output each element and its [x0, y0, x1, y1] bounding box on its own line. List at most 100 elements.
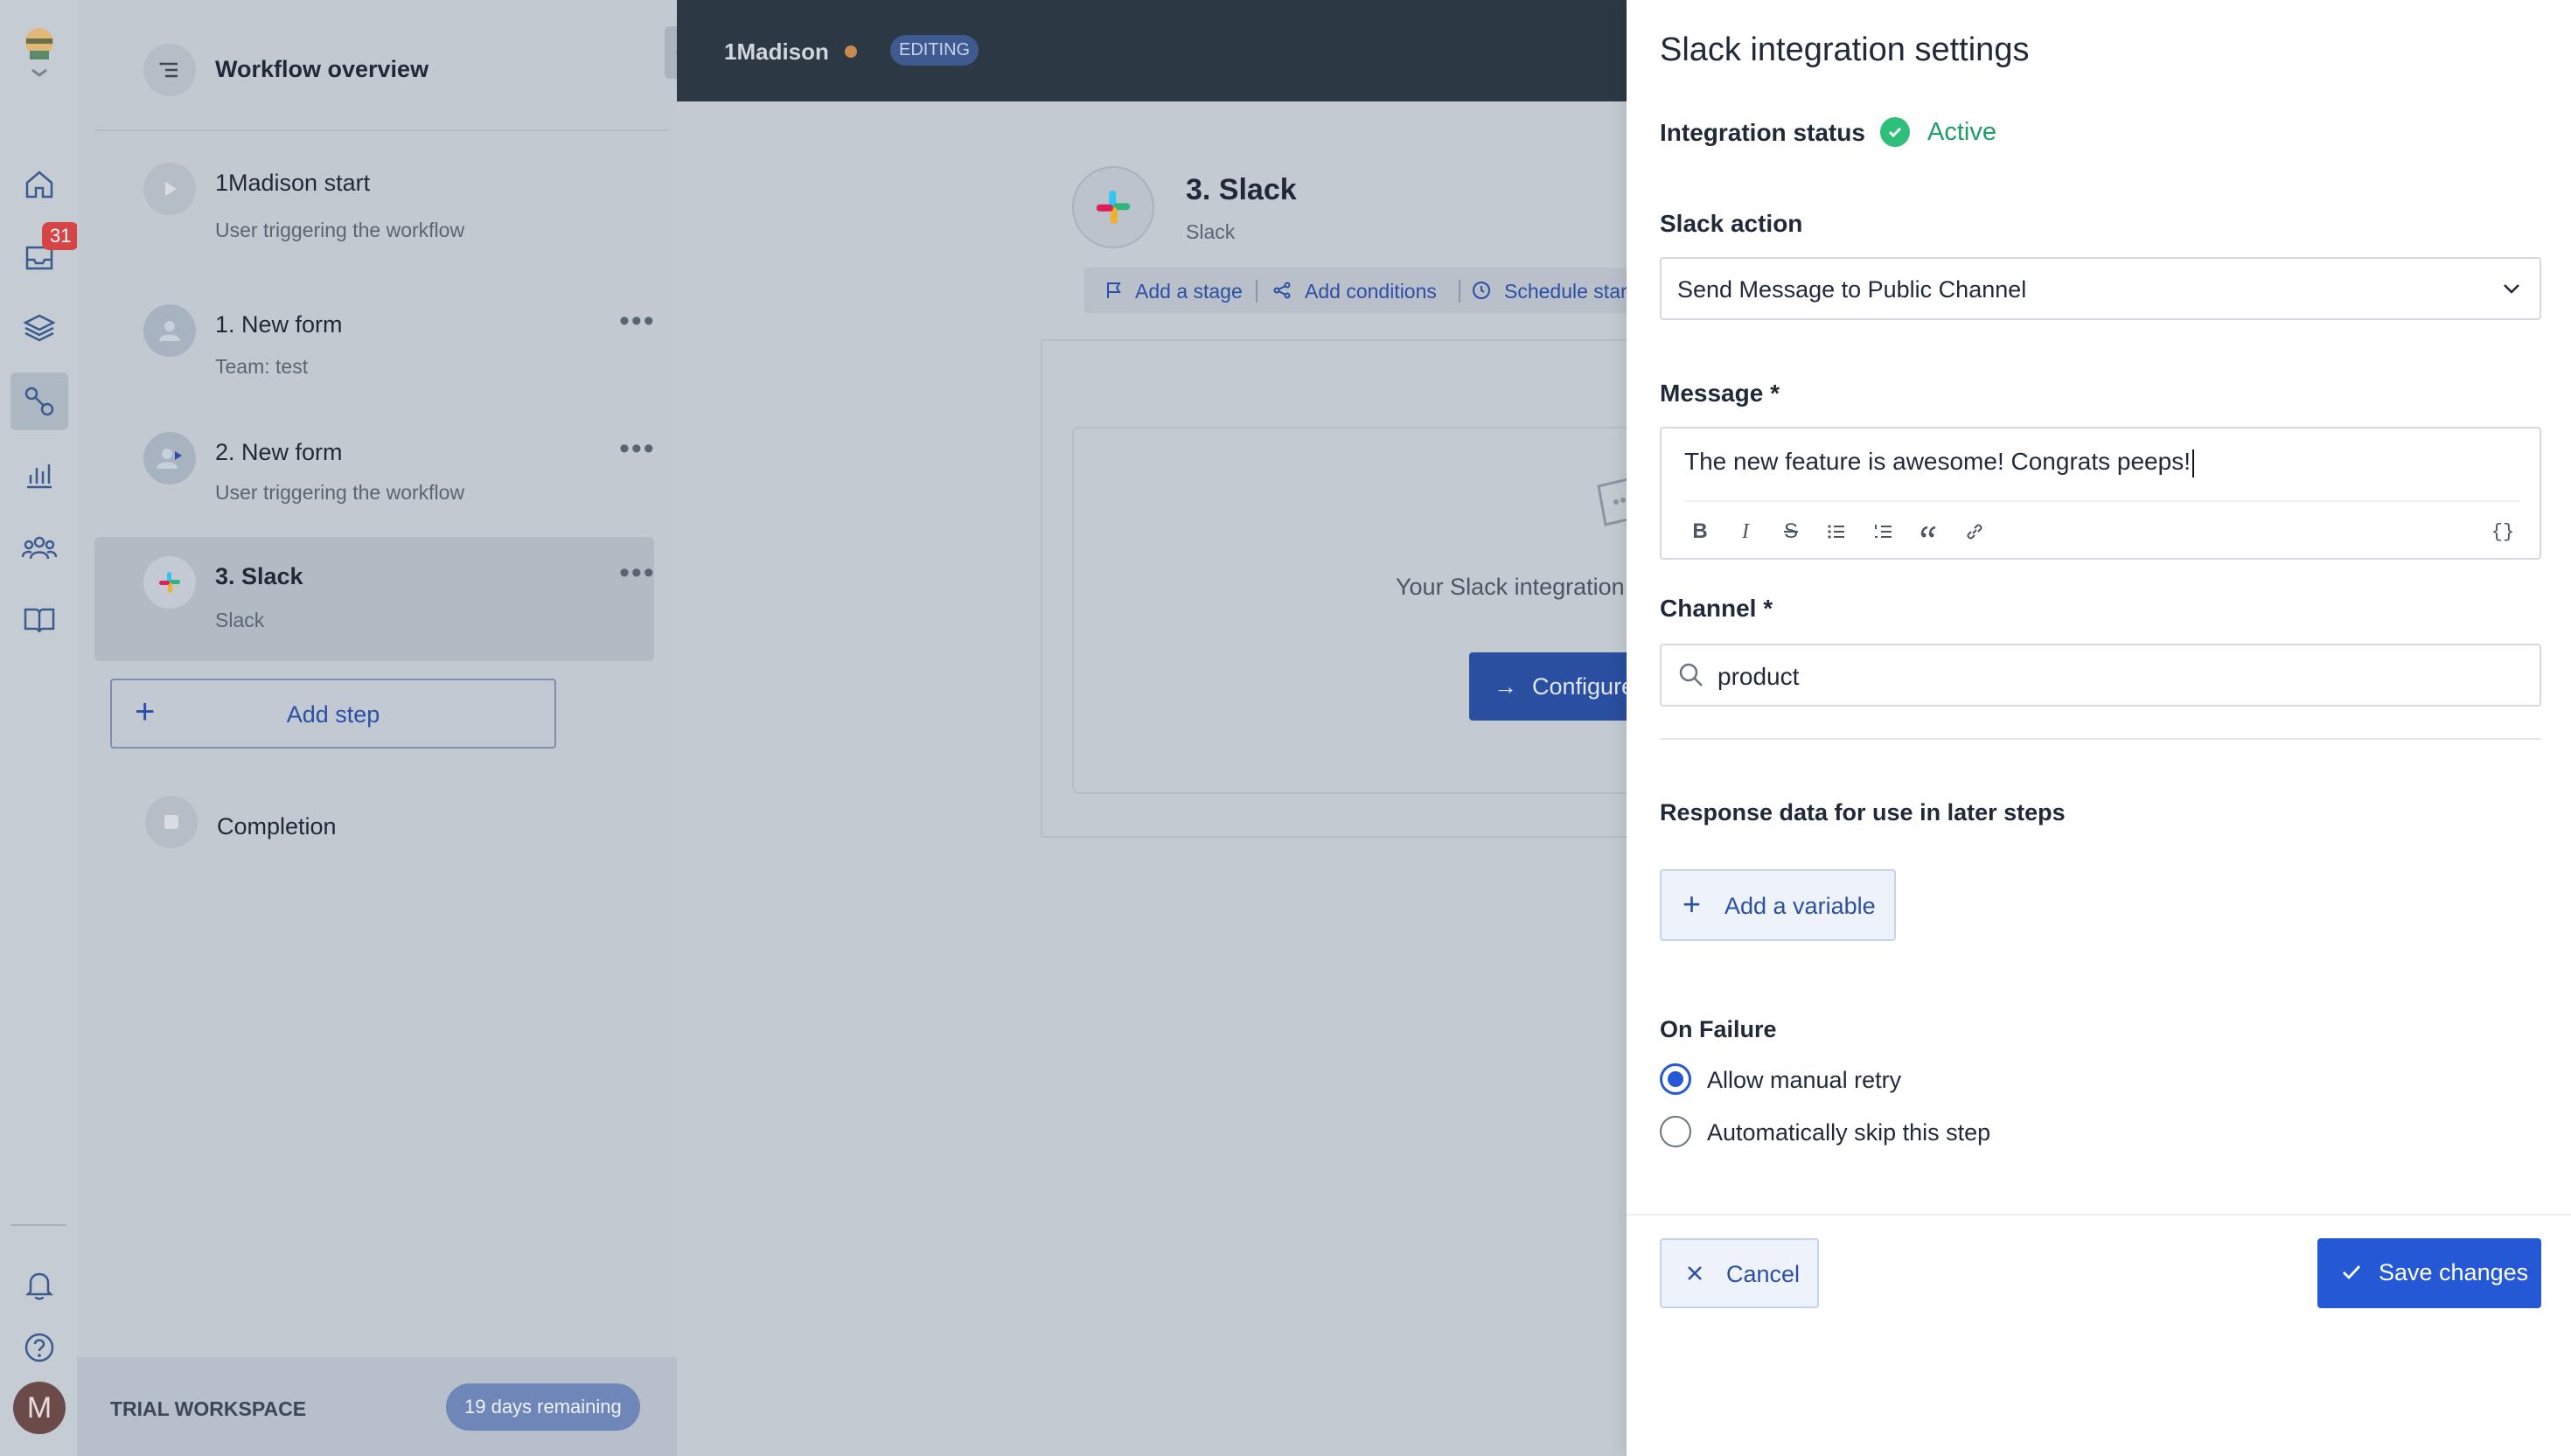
workflow-overview-header[interactable]: Workflow overview: [94, 26, 668, 131]
add-variable-label: Add a variable: [1724, 893, 1876, 919]
step-item[interactable]: 1Madison start User triggering the workf…: [94, 143, 654, 268]
response-data-label: Response data for use in later steps: [1660, 799, 2066, 826]
workflow-icon[interactable]: [10, 373, 68, 430]
chart-icon[interactable]: [10, 446, 68, 504]
add-step-button[interactable]: + Add step: [110, 679, 556, 749]
layers-icon[interactable]: [10, 299, 68, 357]
integration-card: [1072, 427, 1684, 794]
channel-value: product: [1717, 663, 1800, 690]
trial-banner: TRIAL WORKSPACE 19 days remaining: [77, 1357, 677, 1456]
manual-retry-label[interactable]: Allow manual retry: [1707, 1067, 1901, 1094]
drawer-title: Slack integration settings: [1660, 31, 2030, 68]
slack-icon: [143, 556, 196, 609]
team-form-icon: [143, 304, 196, 357]
editing-badge: EDITING: [890, 35, 979, 66]
step-subtitle: Slack: [1186, 220, 1236, 243]
check-circle-icon: [1880, 117, 1910, 147]
message-text[interactable]: The new feature is awesome! Congrats pee…: [1684, 448, 2194, 477]
step-subtitle: Slack: [215, 609, 265, 631]
add-variable-button[interactable]: + Add a variable: [1660, 869, 1896, 941]
auto-skip-radio[interactable]: [1660, 1116, 1691, 1147]
numbered-list-icon[interactable]: [1868, 516, 1899, 547]
message-label: Message *: [1660, 380, 1780, 407]
users-icon[interactable]: [10, 519, 68, 577]
arrow-right-icon: →: [1494, 673, 1517, 700]
workflow-overview-title: Workflow overview: [215, 56, 429, 82]
check-icon: [2343, 1265, 2361, 1280]
message-value: The new feature is awesome! Congrats pee…: [1684, 448, 2191, 475]
integration-status-value: Active: [1927, 118, 1996, 146]
step-name: 2. New form: [215, 439, 343, 465]
search-icon: [1679, 663, 1703, 686]
workspace-logo[interactable]: [21, 24, 58, 77]
slack-settings-drawer: Slack integration settings Integration s…: [1627, 0, 2571, 1456]
step-item[interactable]: 1. New form Team: test •••: [94, 285, 654, 409]
completion-label: Completion: [217, 813, 337, 839]
help-icon[interactable]: [10, 1319, 68, 1376]
trial-label: TRIAL WORKSPACE: [110, 1397, 307, 1420]
link-icon[interactable]: [1959, 516, 1990, 547]
section-divider: [1660, 738, 2541, 740]
channel-label: Channel *: [1660, 595, 1773, 622]
save-changes-button[interactable]: Save changes: [2317, 1238, 2541, 1308]
add-conditions-link[interactable]: Add conditions: [1305, 280, 1437, 303]
quote-icon[interactable]: [1913, 516, 1945, 547]
step-name: 1Madison start: [215, 170, 371, 196]
toolbar-separator: [1256, 280, 1258, 303]
step-subtitle: User triggering the workflow: [215, 219, 465, 241]
unsaved-indicator: [845, 45, 857, 58]
editor-topbar: 1Madison EDITING: [677, 0, 1627, 101]
step-item[interactable]: 2. New form User triggering the workflow…: [94, 413, 654, 537]
channel-search-input[interactable]: product: [1660, 644, 2541, 707]
workflow-canvas: 3. Slack Slack Add a stage Add condition…: [677, 101, 1697, 1456]
branch-icon: [1273, 282, 1291, 299]
schedule-start-link[interactable]: Schedule start: [1504, 280, 1633, 303]
slack-action-label: Slack action: [1660, 210, 1803, 237]
stop-icon: [145, 796, 198, 848]
bell-icon[interactable]: [10, 1256, 68, 1313]
text-caret: [2191, 449, 2194, 477]
user-form-icon: [143, 432, 196, 484]
cancel-button[interactable]: Cancel: [1660, 1238, 1819, 1308]
plus-icon: +: [1683, 886, 1702, 922]
configure-label: Configure: [1532, 673, 1635, 700]
manual-retry-radio[interactable]: [1660, 1063, 1691, 1095]
step-title: 3. Slack: [1186, 173, 1297, 206]
message-editor[interactable]: The new feature is awesome! Congrats pee…: [1660, 427, 2541, 560]
close-icon: [1688, 1266, 1702, 1280]
variable-braces-icon[interactable]: {}: [2487, 516, 2519, 547]
step-toolbar: Add a stage Add conditions Schedule star…: [1084, 268, 1697, 313]
bullet-list-icon[interactable]: [1821, 516, 1852, 547]
book-icon[interactable]: [10, 591, 68, 649]
clock-icon: [1473, 282, 1490, 299]
home-icon[interactable]: [10, 156, 68, 213]
strikethrough-icon[interactable]: S: [1775, 516, 1807, 547]
on-failure-label: On Failure: [1660, 1016, 1777, 1042]
integration-configured-text: Your Slack integration: [1396, 574, 1625, 600]
footer-divider: [1627, 1214, 2571, 1216]
add-stage-link[interactable]: Add a stage: [1135, 280, 1243, 303]
user-avatar[interactable]: M: [13, 1382, 66, 1434]
more-options-icon[interactable]: •••: [619, 556, 656, 590]
more-options-icon[interactable]: •••: [619, 304, 656, 338]
cancel-label: Cancel: [1726, 1261, 1801, 1287]
chevron-down-icon: [2504, 284, 2519, 294]
list-icon: [143, 44, 196, 96]
slack-action-value: Send Message to Public Channel: [1677, 276, 2027, 303]
editor-divider: [1684, 500, 2520, 502]
trial-days-pill[interactable]: 19 days remaining: [446, 1383, 640, 1431]
bold-icon[interactable]: B: [1684, 516, 1716, 547]
step-item-selected[interactable]: 3. Slack Slack •••: [94, 537, 654, 661]
slack-logo-icon: [1072, 166, 1154, 248]
rail-divider: [10, 1224, 66, 1226]
add-step-label: Add step: [286, 701, 380, 728]
italic-icon[interactable]: I: [1730, 516, 1761, 547]
save-changes-label: Save changes: [2379, 1259, 2529, 1285]
toolbar-separator: [1459, 280, 1460, 303]
step-subtitle: User triggering the workflow: [215, 481, 465, 504]
auto-skip-label[interactable]: Automatically skip this step: [1707, 1119, 1990, 1146]
more-options-icon[interactable]: •••: [619, 432, 656, 466]
play-icon: [143, 163, 196, 215]
slack-action-select[interactable]: Send Message to Public Channel: [1660, 257, 2541, 320]
flag-icon: [1107, 282, 1121, 298]
